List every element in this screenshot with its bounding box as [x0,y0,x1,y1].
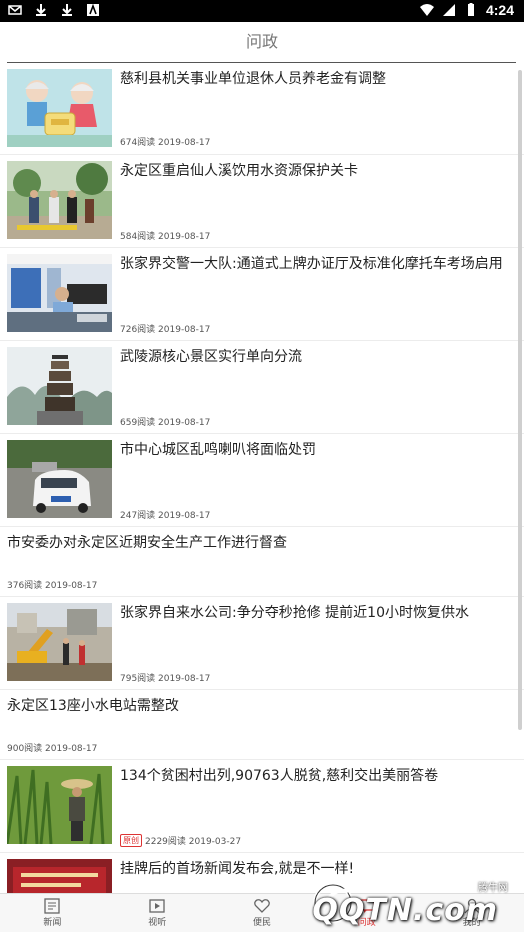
article-title[interactable]: 市中心城区乱鸣喇叭将面临处罚 [120,440,516,460]
article-title[interactable]: 永定区13座小水电站需整改 [7,696,516,716]
article-title[interactable]: 挂牌后的首场新闻发布会,就是不一样! [120,859,516,879]
article-thumbnail [7,603,112,681]
article-meta-text: 726阅读 2019-08-17 [120,325,211,335]
article-thumbnail [7,859,112,893]
article-meta: 原创 2229阅读 2019-03-27 [120,834,241,847]
tab-label: 视听 [148,918,167,928]
article-item[interactable]: 张家界交警一大队:通道式上牌办证厅及标准化摩托车考场启用 726阅读 2019-… [0,248,524,341]
article-item[interactable]: 134个贫困村出列,90763人脱贫,慈利交出美丽答卷 原创 2229阅读 20… [0,760,524,853]
article-list[interactable]: 慈利县机关事业单位退休人员养老金有调整 674阅读 2019-08-17 永定区… [0,63,524,893]
article-thumbnail [7,69,112,147]
mail-icon [8,5,22,15]
tab-news[interactable]: 新闻 [0,894,105,932]
article-title[interactable]: 慈利县机关事业单位退休人员养老金有调整 [120,69,516,89]
article-item[interactable]: 武陵源核心景区实行单向分流 659阅读 2019-08-17 [0,341,524,434]
clock: 4:24 [485,2,514,18]
watermark: 腾牛网 QQTN.com [308,878,518,930]
article-title[interactable]: 市安委办对永定区近期安全生产工作进行督查 [7,533,516,553]
status-bar: 4:24 [0,0,524,22]
article-meta-text: 900阅读 2019-08-17 [7,744,98,754]
article-meta-text: 795阅读 2019-08-17 [120,674,211,684]
article-thumbnail [7,766,112,844]
article-meta: 584阅读 2019-08-17 [120,229,210,242]
tab-video[interactable]: 视听 [105,894,210,932]
title-bar: 问政 [0,22,524,62]
signal-icon [442,4,455,16]
download-icon [62,4,72,16]
app-notification-icon [87,3,99,16]
watermark-text: QQTN.com [312,893,498,928]
download-icon [36,4,46,16]
scrollbar[interactable] [518,70,522,730]
article-title[interactable]: 张家界交警一大队:通道式上牌办证厅及标准化摩托车考场启用 [120,254,516,274]
article-title[interactable]: 武陵源核心景区实行单向分流 [120,347,516,367]
article-meta-text: 2229阅读 2019-03-27 [145,837,242,847]
article-thumbnail [7,440,112,518]
article-meta: 795阅读 2019-08-17 [120,671,210,684]
video-icon [149,899,165,913]
wifi-icon [419,4,434,16]
article-item[interactable]: 慈利县机关事业单位退休人员养老金有调整 674阅读 2019-08-17 [0,63,524,155]
heart-icon [254,899,270,913]
article-thumbnail [7,161,112,239]
article-item[interactable]: 市安委办对永定区近期安全生产工作进行督查 376阅读 2019-08-17 [0,527,524,597]
article-meta-text: 247阅读 2019-08-17 [120,511,211,521]
article-title[interactable]: 永定区重启仙人溪饮用水资源保护关卡 [120,161,516,181]
article-item[interactable]: 市中心城区乱鸣喇叭将面临处罚 247阅读 2019-08-17 [0,434,524,527]
article-meta: 900阅读 2019-08-17 [7,741,97,754]
tab-services[interactable]: 便民 [210,894,315,932]
article-meta-text: 584阅读 2019-08-17 [120,232,211,242]
article-meta: 674阅读 2019-08-17 [120,135,210,148]
article-meta-text: 674阅读 2019-08-17 [120,138,211,148]
article-meta: 726阅读 2019-08-17 [120,322,210,335]
news-icon [44,898,61,914]
battery-icon [467,3,474,16]
article-meta-text: 659阅读 2019-08-17 [120,418,211,428]
article-meta: 376阅读 2019-08-17 [7,578,97,591]
tab-label: 便民 [252,918,271,928]
page-title: 问政 [245,32,278,51]
article-item[interactable]: 张家界自来水公司:争分夺秒抢修 提前近10小时恢复供水 795阅读 2019-0… [0,597,524,690]
article-item[interactable]: 永定区13座小水电站需整改 900阅读 2019-08-17 [0,690,524,760]
article-item[interactable]: 永定区重启仙人溪饮用水资源保护关卡 584阅读 2019-08-17 [0,155,524,248]
article-meta: 659阅读 2019-08-17 [120,415,210,428]
article-thumbnail [7,347,112,425]
tab-label: 新闻 [43,918,62,928]
article-meta: 247阅读 2019-08-17 [120,508,210,521]
original-badge: 原创 [120,834,142,847]
article-thumbnail [7,254,112,332]
watermark-cn: 腾牛网 [478,883,508,894]
article-title[interactable]: 张家界自来水公司:争分夺秒抢修 提前近10小时恢复供水 [120,603,516,623]
article-meta-text: 376阅读 2019-08-17 [7,581,98,591]
article-title[interactable]: 134个贫困村出列,90763人脱贫,慈利交出美丽答卷 [120,766,516,786]
